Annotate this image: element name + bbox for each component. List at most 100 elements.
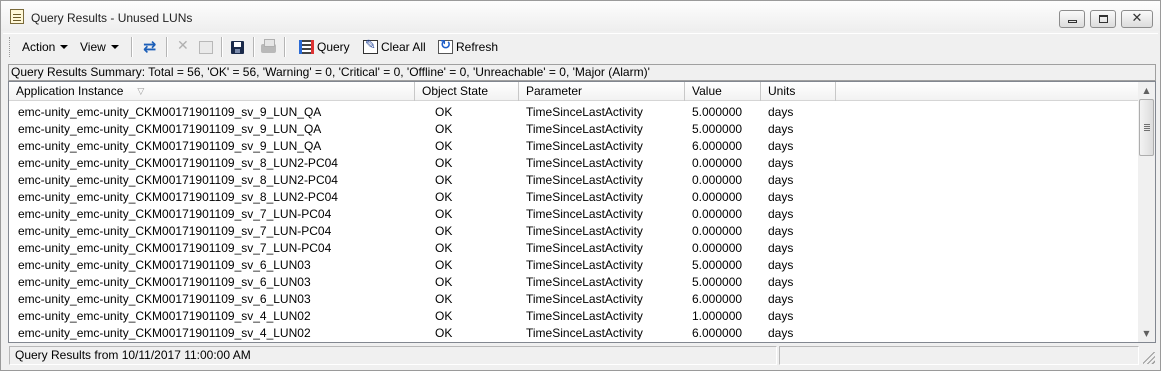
print-icon[interactable] (261, 39, 276, 53)
cell-value: 0.000000 (692, 156, 743, 170)
column-header-label: Parameter (526, 84, 583, 98)
query-button[interactable]: Query (299, 39, 350, 57)
toolbar-grip[interactable] (9, 37, 12, 57)
cell-units: days (768, 224, 794, 238)
minimize-icon (1068, 20, 1077, 23)
table-row[interactable]: emc-unity_emc-unity_CKM00171901109_sv_7_… (9, 206, 1139, 223)
close-button[interactable]: ✕ (1121, 10, 1153, 28)
properties-icon[interactable] (199, 41, 213, 54)
view-menu[interactable]: View (80, 39, 119, 57)
vertical-scrollbar[interactable]: ▲ ▼ (1138, 82, 1155, 342)
cell-value: 0.000000 (692, 224, 743, 238)
table-header: Application Instance ▽ Object State Param… (9, 82, 1139, 101)
cell-parameter: TimeSinceLastActivity (526, 258, 643, 272)
cell-parameter: TimeSinceLastActivity (526, 190, 643, 204)
table-row[interactable]: emc-unity_emc-unity_CKM00171901109_sv_7_… (9, 240, 1139, 257)
cell-parameter: TimeSinceLastActivity (526, 275, 643, 289)
save-icon[interactable] (231, 41, 244, 54)
column-header-application-instance[interactable]: Application Instance ▽ (9, 82, 415, 101)
column-header-parameter[interactable]: Parameter (519, 82, 685, 101)
cell-application-instance: emc-unity_emc-unity_CKM00171901109_sv_9_… (18, 105, 322, 119)
column-header-units[interactable]: Units (761, 82, 836, 101)
table-row[interactable]: emc-unity_emc-unity_CKM00171901109_sv_4_… (9, 308, 1139, 325)
table-row[interactable]: emc-unity_emc-unity_CKM00171901109_sv_6_… (9, 257, 1139, 274)
cell-application-instance: emc-unity_emc-unity_CKM00171901109_sv_8_… (18, 190, 338, 204)
scroll-down-button[interactable]: ▼ (1138, 325, 1155, 342)
query-results-window: Query Results - Unused LUNs ✕ Action Vie… (0, 0, 1161, 371)
action-menu[interactable]: Action (22, 39, 69, 57)
table-row[interactable]: emc-unity_emc-unity_CKM00171901109_sv_6_… (9, 274, 1139, 291)
query-icon (299, 40, 314, 54)
column-header-value[interactable]: Value (685, 82, 761, 101)
cell-application-instance: emc-unity_emc-unity_CKM00171901109_sv_6_… (18, 292, 311, 306)
table-row[interactable]: emc-unity_emc-unity_CKM00171901109_sv_8_… (9, 155, 1139, 172)
maximize-button[interactable] (1090, 10, 1116, 28)
delete-icon[interactable] (175, 38, 191, 55)
scroll-thumb[interactable] (1139, 99, 1154, 156)
title-bar[interactable]: Query Results - Unused LUNs ✕ (1, 1, 1160, 31)
cell-value: 0.000000 (692, 207, 743, 221)
thumb-grip-icon (1144, 124, 1150, 131)
cell-application-instance: emc-unity_emc-unity_CKM00171901109_sv_7_… (18, 207, 332, 221)
cell-value: 5.000000 (692, 275, 743, 289)
cell-units: days (768, 241, 794, 255)
refresh-button[interactable]: Refresh (438, 38, 499, 57)
cell-value: 6.000000 (692, 139, 743, 153)
table-row[interactable]: emc-unity_emc-unity_CKM00171901109_sv_8_… (9, 172, 1139, 189)
cell-parameter: TimeSinceLastActivity (526, 122, 643, 136)
cell-units: days (768, 190, 794, 204)
cell-object-state: OK (435, 275, 453, 289)
refresh-button-label: Refresh (456, 40, 499, 54)
cell-application-instance: emc-unity_emc-unity_CKM00171901109_sv_7_… (18, 224, 332, 238)
status-query-time: Query Results from 10/11/2017 11:00:00 A… (9, 346, 777, 365)
table-row[interactable]: emc-unity_emc-unity_CKM00171901109_sv_7_… (9, 223, 1139, 240)
toolbar-separator (221, 37, 223, 57)
cell-object-state: OK (435, 292, 453, 306)
cell-application-instance: emc-unity_emc-unity_CKM00171901109_sv_9_… (18, 139, 322, 153)
cell-object-state: OK (435, 156, 453, 170)
cell-application-instance: emc-unity_emc-unity_CKM00171901109_sv_9_… (18, 122, 322, 136)
query-button-label: Query (317, 40, 350, 54)
sort-descending-icon: ▽ (137, 87, 145, 97)
toolbar-separator (166, 37, 168, 57)
column-header-label: Application Instance (16, 84, 124, 98)
scroll-up-button[interactable]: ▲ (1138, 82, 1155, 99)
swap-arrows-icon[interactable] (143, 37, 159, 56)
cell-value: 6.000000 (692, 326, 743, 340)
chevron-down-icon (110, 45, 119, 49)
column-header-label: Value (692, 84, 722, 98)
table-row[interactable]: emc-unity_emc-unity_CKM00171901109_sv_8_… (9, 189, 1139, 206)
column-header-object-state[interactable]: Object State (415, 82, 519, 101)
table-row[interactable]: emc-unity_emc-unity_CKM00171901109_sv_9_… (9, 104, 1139, 121)
toolbar-separator (253, 37, 255, 57)
resize-grip-icon[interactable] (1143, 352, 1155, 364)
window-title: Query Results - Unused LUNs (31, 11, 193, 25)
column-header-label: Object State (422, 84, 489, 98)
minimize-button[interactable] (1059, 10, 1085, 28)
cell-units: days (768, 292, 794, 306)
table-row[interactable]: emc-unity_emc-unity_CKM00171901109_sv_9_… (9, 138, 1139, 155)
table-row[interactable]: emc-unity_emc-unity_CKM00171901109_sv_9_… (9, 121, 1139, 138)
cell-parameter: TimeSinceLastActivity (526, 207, 643, 221)
cell-parameter: TimeSinceLastActivity (526, 224, 643, 238)
cell-value: 0.000000 (692, 173, 743, 187)
cell-parameter: TimeSinceLastActivity (526, 292, 643, 306)
cell-value: 5.000000 (692, 122, 743, 136)
action-menu-label: Action (22, 40, 56, 54)
cell-units: days (768, 139, 794, 153)
table-row[interactable]: emc-unity_emc-unity_CKM00171901109_sv_4_… (9, 325, 1139, 342)
cell-application-instance: emc-unity_emc-unity_CKM00171901109_sv_6_… (18, 275, 311, 289)
cell-object-state: OK (435, 122, 453, 136)
table-row[interactable]: emc-unity_emc-unity_CKM00171901109_sv_6_… (9, 291, 1139, 308)
clear-all-button[interactable]: Clear All (363, 38, 426, 57)
cell-parameter: TimeSinceLastActivity (526, 326, 643, 340)
cell-object-state: OK (435, 190, 453, 204)
cell-application-instance: emc-unity_emc-unity_CKM00171901109_sv_8_… (18, 156, 338, 170)
cell-value: 6.000000 (692, 292, 743, 306)
cell-parameter: TimeSinceLastActivity (526, 156, 643, 170)
view-menu-label: View (80, 40, 106, 54)
cell-parameter: TimeSinceLastActivity (526, 139, 643, 153)
clear-all-icon (363, 38, 378, 54)
status-secondary (779, 346, 1139, 365)
cell-value: 0.000000 (692, 241, 743, 255)
